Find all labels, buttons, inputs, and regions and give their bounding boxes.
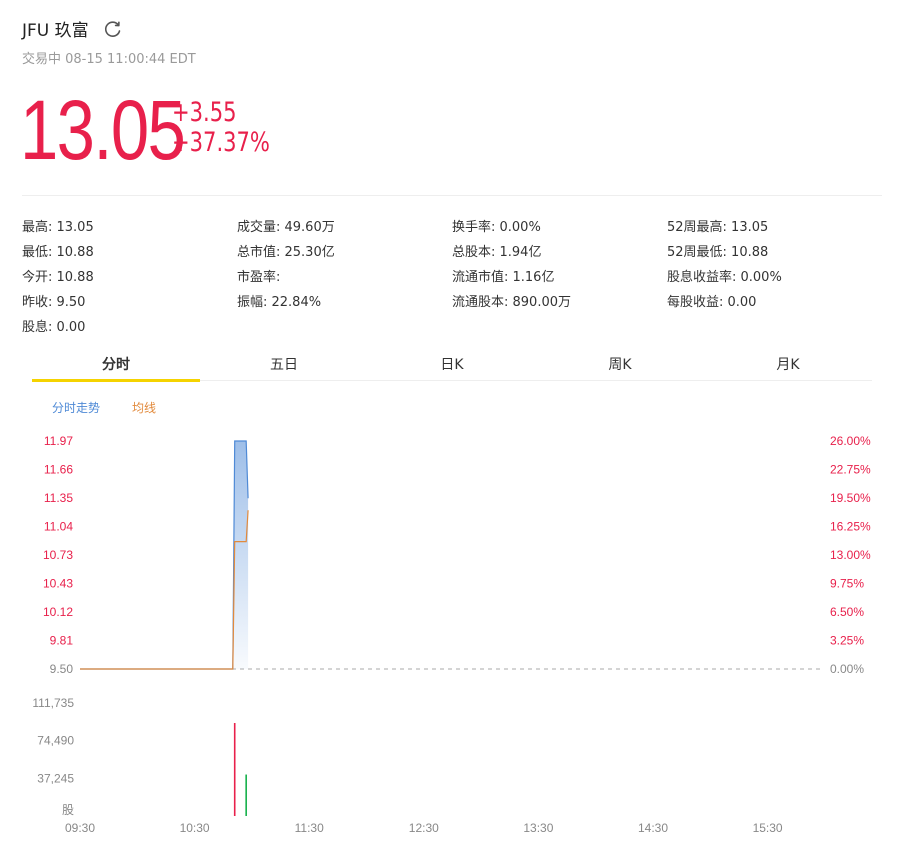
intraday-chart: 11.97 11.66 11.35 11.04 10.73 10.43 10.12 9.81 9… bbox=[32, 434, 871, 835]
time-tick-label: 14:30 bbox=[638, 821, 668, 835]
time-tick-label: 12:30 bbox=[409, 821, 439, 835]
percent-tick-label: 13.00% bbox=[830, 548, 871, 562]
price-tick-label: 10.12 bbox=[43, 605, 73, 619]
price-tick-label: 11.97 bbox=[44, 434, 73, 448]
volume-tick-label: 111,735 bbox=[32, 696, 74, 710]
price-tick-label: 10.43 bbox=[43, 577, 73, 591]
price-tick-label: 9.81 bbox=[50, 634, 74, 648]
percent-tick-label: 19.50% bbox=[830, 491, 871, 505]
time-tick-label: 15:30 bbox=[753, 821, 783, 835]
percent-tick-label: 3.25% bbox=[830, 634, 864, 648]
price-tick-label: 11.04 bbox=[44, 520, 73, 534]
time-tick-label: 10:30 bbox=[180, 821, 210, 835]
percent-tick-label: 22.75% bbox=[830, 463, 871, 477]
time-tick-label: 13:30 bbox=[523, 821, 553, 835]
volume-tick-label: 37,245 bbox=[37, 771, 74, 785]
percent-tick-label: 6.50% bbox=[830, 605, 864, 619]
percent-tick-label: 0.00% bbox=[830, 662, 864, 676]
percent-tick-label: 9.75% bbox=[830, 577, 864, 591]
time-tick-label: 09:30 bbox=[65, 821, 95, 835]
volume-tick-label: 74,490 bbox=[37, 734, 74, 748]
price-area bbox=[80, 441, 249, 669]
price-tick-label: 11.66 bbox=[44, 463, 73, 477]
percent-tick-label: 16.25% bbox=[830, 520, 871, 534]
average-line bbox=[80, 510, 249, 670]
percent-tick-label: 26.00% bbox=[830, 434, 871, 448]
price-tick-label: 10.73 bbox=[43, 548, 73, 562]
price-line bbox=[80, 440, 249, 670]
volume-unit-label: 股 bbox=[62, 803, 74, 817]
price-tick-label: 11.35 bbox=[44, 491, 73, 505]
price-tick-label: 9.50 bbox=[50, 662, 74, 676]
time-tick-label: 11:30 bbox=[295, 821, 324, 835]
